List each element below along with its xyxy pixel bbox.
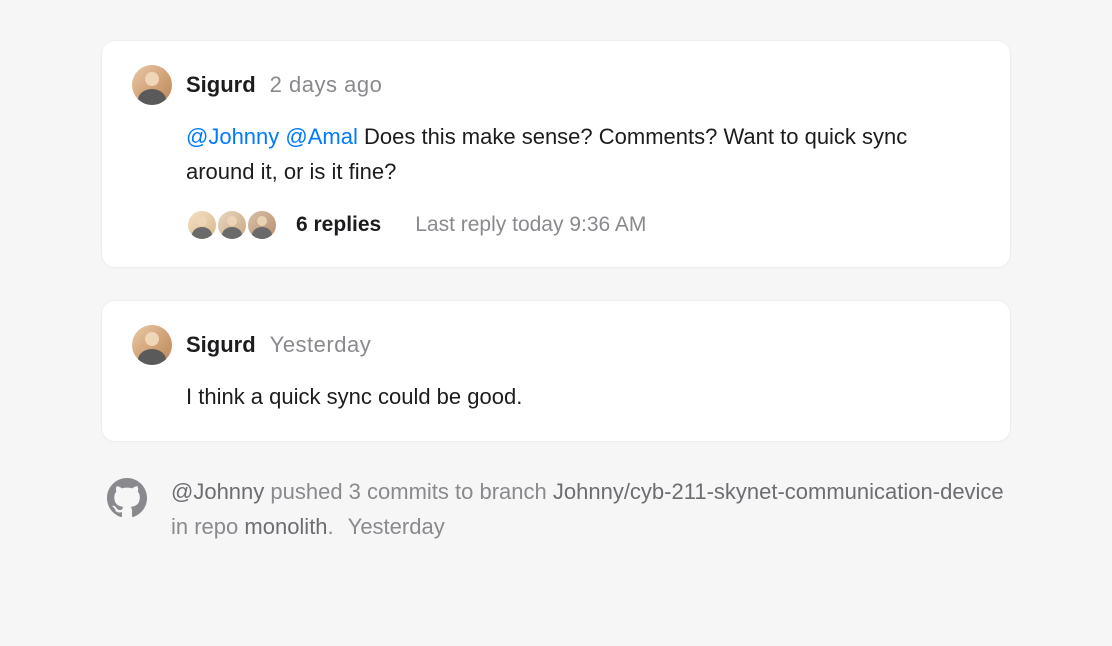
message-card[interactable]: Sigurd Yesterday I think a quick sync co… (101, 300, 1011, 441)
github-icon (107, 478, 147, 518)
last-reply-time: Last reply today 9:36 AM (415, 213, 646, 237)
avatar[interactable] (132, 325, 172, 365)
author-name[interactable]: Sigurd (186, 72, 256, 98)
author-name[interactable]: Sigurd (186, 332, 256, 358)
message-text: I think a quick sync could be good. (186, 384, 522, 409)
replies-count[interactable]: 6 replies (296, 213, 381, 237)
message-body: @Johnny @Amal Does this make sense? Comm… (132, 119, 980, 189)
thread-summary[interactable]: 6 replies Last reply today 9:36 AM (132, 209, 980, 241)
activity-timestamp: Yesterday (348, 514, 445, 539)
feed-container: Sigurd 2 days ago @Johnny @Amal Does thi… (101, 40, 1011, 544)
mention-link[interactable]: @Amal (285, 124, 357, 149)
activity-actor[interactable]: @Johnny (171, 479, 264, 504)
reply-avatar[interactable] (216, 209, 248, 241)
message-header: Sigurd Yesterday (132, 325, 980, 365)
reply-avatar[interactable] (186, 209, 218, 241)
message-timestamp: Yesterday (270, 332, 372, 358)
reply-avatar[interactable] (246, 209, 278, 241)
message-header: Sigurd 2 days ago (132, 65, 980, 105)
activity-branch[interactable]: Johnny/cyb-211-skynet-communication-devi… (553, 479, 1004, 504)
activity-item[interactable]: @Johnny pushed 3 commits to branch Johnn… (101, 474, 1011, 544)
mention-link[interactable]: @Johnny (186, 124, 279, 149)
message-card[interactable]: Sigurd 2 days ago @Johnny @Amal Does thi… (101, 40, 1011, 268)
message-body: I think a quick sync could be good. (132, 379, 980, 414)
activity-text: @Johnny pushed 3 commits to branch Johnn… (171, 474, 1005, 544)
avatar[interactable] (132, 65, 172, 105)
activity-repo[interactable]: monolith (244, 514, 327, 539)
message-timestamp: 2 days ago (270, 72, 383, 98)
